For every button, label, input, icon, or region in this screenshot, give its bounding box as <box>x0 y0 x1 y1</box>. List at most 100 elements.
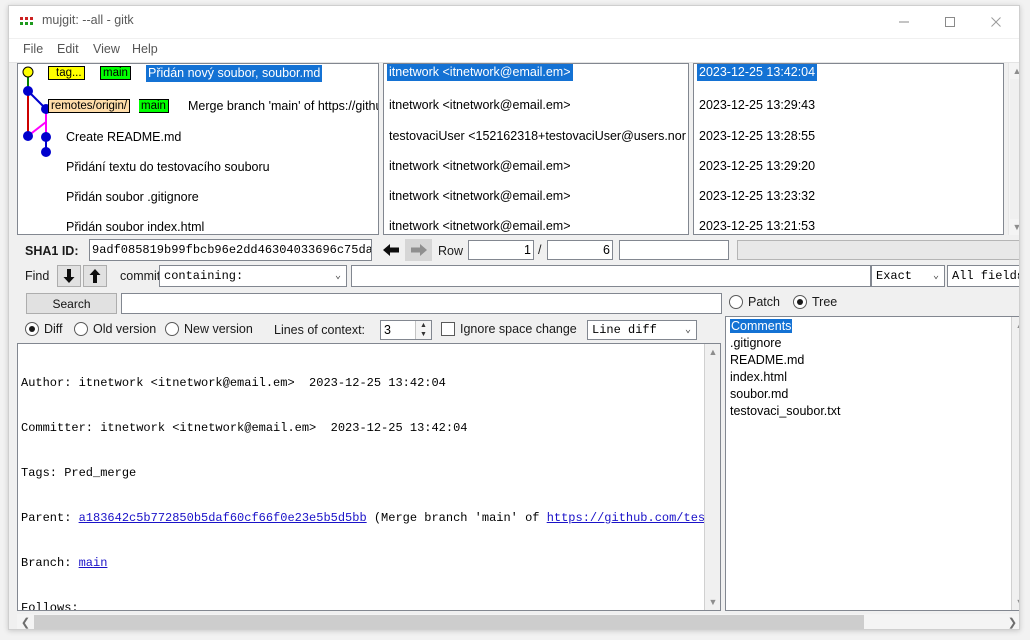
file-tree-scrollbar[interactable]: ▲ ▼ <box>1011 317 1019 610</box>
table-row[interactable]: Přidán soubor index.html <box>18 220 378 234</box>
table-row[interactable]: 2023-12-25 13:42:04 <box>694 64 1003 81</box>
maximize-button[interactable] <box>927 6 973 37</box>
branch-link[interactable]: main <box>79 556 108 570</box>
list-item[interactable]: soubor.md <box>726 386 1011 403</box>
menu-help[interactable]: Help <box>130 42 160 56</box>
table-row[interactable]: Přidán soubor .gitignore <box>18 190 378 205</box>
find-match-type-select[interactable]: Exact ⌄ <box>871 265 945 287</box>
find-mode-select[interactable]: containing: ⌄ <box>159 265 347 287</box>
commit-date[interactable]: 2023-12-25 13:23:32 <box>699 189 815 204</box>
ref-branch-label-origin-main[interactable]: main <box>139 99 169 113</box>
scrollbar-thumb[interactable] <box>34 615 864 629</box>
commit-date-pane[interactable]: 2023-12-25 13:42:04 2023-12-25 13:29:43 … <box>693 63 1004 235</box>
commit-date[interactable]: 2023-12-25 13:28:55 <box>699 129 815 144</box>
commit-subject[interactable]: Přidán soubor .gitignore <box>66 190 199 205</box>
scroll-up-icon[interactable]: ▲ <box>1009 63 1019 79</box>
parent-sha-link[interactable]: a183642c5b772850b5daf60cf66f0e23e5b5d5bb <box>79 511 367 525</box>
diff-radio[interactable]: Diff <box>25 322 63 336</box>
scroll-left-icon[interactable]: ❮ <box>17 614 34 629</box>
commit-author[interactable]: testovaciUser <152162318+testovaciUser@u… <box>389 129 686 144</box>
list-item[interactable]: testovaci_soubor.txt <box>726 403 1011 420</box>
find-next-button[interactable] <box>57 265 81 287</box>
table-row[interactable]: 2023-12-25 13:23:32 <box>694 189 1003 204</box>
file-tree-pane[interactable]: Comments .gitignore README.md index.html… <box>725 316 1019 611</box>
commit-list-scrollbar[interactable]: ▲ ▼ <box>1008 63 1019 235</box>
commit-subject[interactable]: Přidání textu do testovacího souboru <box>66 160 270 175</box>
find-prev-button[interactable] <box>83 265 107 287</box>
table-row[interactable]: itnetwork <itnetwork@email.em> <box>384 64 688 81</box>
commit-author[interactable]: itnetwork <itnetwork@email.em> <box>389 98 571 113</box>
list-item[interactable]: index.html <box>726 369 1011 386</box>
scroll-down-icon[interactable]: ▼ <box>705 594 720 610</box>
commit-graph-pane[interactable]: tag... main Přidán nový soubor, soubor.m… <box>17 63 379 235</box>
new-version-radio[interactable]: New version <box>165 322 253 336</box>
table-row[interactable]: itnetwork <itnetwork@email.em> <box>384 189 688 204</box>
menu-file[interactable]: File <box>21 42 45 56</box>
commit-author[interactable]: itnetwork <itnetwork@email.em> <box>389 189 571 204</box>
sha1-input[interactable]: 9adf085819b99fbcb96e2dd46304033696c75da5 <box>89 239 372 261</box>
stepper-down-icon[interactable]: ▼ <box>415 330 431 339</box>
commit-subject[interactable]: Přidán soubor index.html <box>66 220 204 234</box>
commit-subject[interactable]: Create README.md <box>66 130 181 145</box>
commit-author[interactable]: itnetwork <itnetwork@email.em> <box>387 64 573 81</box>
scroll-right-icon[interactable]: ❯ <box>1004 614 1019 629</box>
commit-subject[interactable]: Merge branch 'main' of https://github. <box>188 98 378 114</box>
table-row[interactable]: remotes/origin/ main Merge branch 'main'… <box>18 98 378 114</box>
minimize-button[interactable] <box>881 6 927 37</box>
table-row[interactable]: itnetwork <itnetwork@email.em> <box>384 219 688 234</box>
commit-author-pane[interactable]: itnetwork <itnetwork@email.em> itnetwork… <box>383 63 689 235</box>
search-button[interactable]: Search <box>26 293 117 314</box>
scroll-up-icon[interactable]: ▲ <box>1012 317 1019 333</box>
table-row[interactable]: 2023-12-25 13:29:43 <box>694 98 1003 113</box>
scroll-down-icon[interactable]: ▼ <box>1012 594 1019 610</box>
ref-tag-label[interactable]: tag... <box>48 66 85 80</box>
list-item[interactable]: README.md <box>726 352 1011 369</box>
lines-of-context-stepper[interactable]: 3 ▲ ▼ <box>380 320 432 340</box>
table-row[interactable]: Create README.md <box>18 130 378 145</box>
table-row[interactable]: Přidání textu do testovacího souboru <box>18 160 378 175</box>
diff-scrollbar[interactable]: ▲ ▼ <box>704 344 720 610</box>
list-item[interactable]: Comments <box>726 318 1011 335</box>
commit-author[interactable]: itnetwork <itnetwork@email.em> <box>389 159 571 174</box>
row-extra-input[interactable] <box>619 240 729 260</box>
old-version-radio[interactable]: Old version <box>74 322 156 336</box>
diff-mode-select[interactable]: Line diff ⌄ <box>587 320 697 340</box>
find-query-input[interactable] <box>351 265 871 287</box>
menu-view[interactable]: View <box>91 42 122 56</box>
close-button[interactable] <box>973 6 1019 37</box>
row-current-input[interactable]: 1 <box>468 240 534 260</box>
scrollbar-thumb[interactable] <box>1010 79 1019 219</box>
patch-radio[interactable]: Patch <box>729 295 780 309</box>
search-input[interactable] <box>121 293 722 314</box>
commit-date[interactable]: 2023-12-25 13:42:04 <box>697 64 818 81</box>
tree-radio[interactable]: Tree <box>793 295 837 309</box>
horizontal-scrollbar[interactable]: ❮ ❯ <box>17 614 1019 629</box>
commit-details-pane[interactable]: Author: itnetwork <itnetwork@email.em> 2… <box>17 343 721 611</box>
table-row[interactable]: tag... main Přidán nový soubor, soubor.m… <box>18 64 378 82</box>
commit-author[interactable]: itnetwork <itnetwork@email.em> <box>389 219 571 234</box>
back-button[interactable] <box>377 239 404 261</box>
menu-edit[interactable]: Edit <box>55 42 81 56</box>
ignore-space-change-checkbox[interactable]: Ignore space change <box>441 322 577 336</box>
commit-date[interactable]: 2023-12-25 13:29:20 <box>699 159 815 174</box>
stepper-up-icon[interactable]: ▲ <box>415 321 431 330</box>
table-row[interactable]: itnetwork <itnetwork@email.em> <box>384 159 688 174</box>
parent-url-link[interactable]: https://github.com/testov <box>547 511 720 525</box>
find-field-scope-select[interactable]: All fields ⌄ <box>947 265 1019 287</box>
commit-date[interactable]: 2023-12-25 13:21:53 <box>699 219 815 234</box>
gitk-icon <box>20 17 33 25</box>
row-total-input[interactable]: 6 <box>547 240 613 260</box>
scroll-up-icon[interactable]: ▲ <box>705 344 720 360</box>
forward-button[interactable] <box>405 239 432 261</box>
table-row[interactable]: 2023-12-25 13:29:20 <box>694 159 1003 174</box>
table-row[interactable]: 2023-12-25 13:28:55 <box>694 129 1003 144</box>
table-row[interactable]: testovaciUser <152162318+testovaciUser@u… <box>384 129 688 144</box>
commit-subject[interactable]: Přidán nový soubor, soubor.md <box>146 65 323 82</box>
commit-date[interactable]: 2023-12-25 13:29:43 <box>699 98 815 113</box>
scroll-down-icon[interactable]: ▼ <box>1009 219 1019 235</box>
table-row[interactable]: itnetwork <itnetwork@email.em> <box>384 98 688 113</box>
list-item[interactable]: .gitignore <box>726 335 1011 352</box>
ref-remote-label[interactable]: remotes/origin/ <box>48 99 131 113</box>
table-row[interactable]: 2023-12-25 13:21:53 <box>694 219 1003 234</box>
ref-branch-label-main[interactable]: main <box>100 66 131 80</box>
